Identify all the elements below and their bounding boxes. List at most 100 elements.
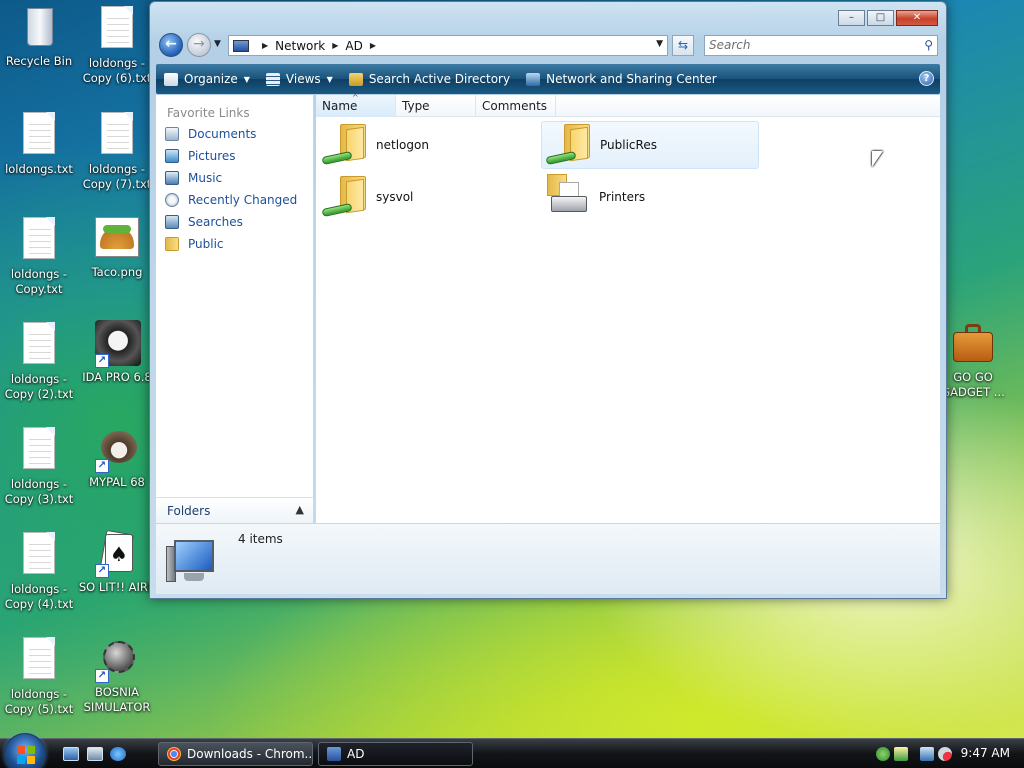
views-label: Views — [285, 72, 321, 86]
breadcrumb-arrow-icon[interactable]: ▶ — [262, 41, 268, 50]
chevron-down-icon: ▼ — [326, 74, 333, 84]
desktop-icon-file[interactable]: loldongs - Copy (3).txt — [0, 425, 78, 507]
desktop-icon-shortcut[interactable]: ♠ ↗ SO LIT!! AIRE — [78, 529, 156, 595]
tray-network-icon[interactable] — [876, 747, 890, 761]
address-dropdown-icon[interactable]: ▼ — [656, 39, 663, 49]
help-icon[interactable]: ? — [919, 71, 934, 86]
nav-link-recently-changed[interactable]: Recently Changed — [156, 189, 313, 211]
maximize-button[interactable]: □ — [867, 10, 894, 26]
desktop-icon-file[interactable]: loldongs - Copy (5).txt — [0, 635, 78, 717]
desktop-icon-label: Taco.png — [91, 265, 143, 279]
nav-link-public[interactable]: Public — [156, 233, 313, 255]
desktop-icon-file[interactable]: loldongs - Copy (4).txt — [0, 530, 78, 612]
shortcut-arrow-icon: ↗ — [95, 459, 109, 473]
nav-link-documents[interactable]: Documents — [156, 123, 313, 145]
nav-link-music[interactable]: Music — [156, 167, 313, 189]
details-pane: 4 items — [156, 524, 940, 594]
list-item-sysvol[interactable]: sysvol — [318, 173, 536, 221]
desktop-icon-file[interactable]: loldongs - Copy (6).txt — [78, 4, 156, 86]
desktop-icon-image[interactable]: Taco.png — [78, 215, 156, 280]
network-window-icon — [327, 747, 341, 761]
notification-area: 9:47 AM — [868, 739, 1024, 768]
forward-button[interactable]: → — [187, 33, 211, 57]
breadcrumb-arrow-icon[interactable]: ▶ — [332, 41, 338, 50]
text-file-icon — [15, 427, 63, 475]
desktop-icon-file[interactable]: loldongs - Copy (7).txt — [78, 110, 156, 192]
breadcrumb-arrow-icon[interactable]: ▶ — [370, 41, 376, 50]
windows-logo-icon — [17, 746, 35, 764]
column-header-label: Type — [402, 99, 430, 113]
refresh-button[interactable]: ⇆ — [672, 35, 694, 56]
nav-link-label: Pictures — [188, 149, 236, 163]
desktop-icon-label: loldongs - Copy (2).txt — [4, 372, 74, 401]
desktop-icon-file[interactable]: loldongs - Copy.txt — [0, 215, 78, 297]
column-header-comments[interactable]: Comments — [476, 95, 556, 117]
tray-volume-muted-icon[interactable] — [938, 747, 952, 761]
chrome-icon — [167, 747, 181, 761]
list-item-netlogon[interactable]: netlogon — [318, 121, 536, 169]
item-name: Printers — [599, 190, 646, 204]
search-active-directory-button[interactable]: Search Active Directory — [341, 64, 518, 94]
documents-icon — [165, 127, 179, 141]
search-input[interactable]: Search ⚲ — [704, 35, 938, 56]
shortcut-arrow-icon: ↗ — [95, 669, 109, 683]
directory-search-icon — [348, 72, 363, 86]
text-file-icon — [15, 217, 63, 265]
desktop-icon-label: loldongs.txt — [5, 162, 73, 176]
pictures-icon — [165, 149, 179, 163]
desktop-icon-shortcut[interactable]: ↗ MYPAL 68 — [78, 425, 156, 490]
minimize-button[interactable]: – — [838, 10, 865, 26]
recent-pages-dropdown[interactable]: ▼ — [214, 39, 221, 49]
column-header-type[interactable]: Type — [396, 95, 476, 117]
desktop-icon-label: loldongs - Copy (7).txt — [82, 162, 152, 191]
tray-connection-icon[interactable] — [920, 747, 934, 761]
desktop-icon-label: BOSNIA SIMULATOR — [83, 685, 151, 714]
desktop-icon-recycle-bin[interactable]: Recycle Bin — [0, 4, 78, 69]
clock[interactable]: 9:47 AM — [961, 746, 1010, 760]
tray-security-icon[interactable] — [894, 747, 908, 761]
address-bar[interactable]: ▶ Network ▶ AD ▶ ▼ — [228, 35, 668, 56]
nav-link-pictures[interactable]: Pictures — [156, 145, 313, 167]
text-file-icon — [93, 6, 141, 54]
desktop-icon-file[interactable]: loldongs.txt — [0, 110, 78, 177]
back-button[interactable]: ← — [159, 33, 183, 57]
taskbar-button-chrome[interactable]: Downloads - Chrom... — [158, 742, 313, 766]
text-file-icon — [15, 532, 63, 580]
back-arrow-icon: ← — [165, 36, 177, 52]
column-header-name[interactable]: ^ Name — [316, 93, 396, 117]
nav-link-label: Recently Changed — [188, 193, 298, 207]
desktop-icon-shortcut[interactable]: ↗ IDA PRO 6.8 — [78, 320, 156, 385]
refresh-icon: ⇆ — [677, 38, 689, 52]
breadcrumb-ad[interactable]: AD — [345, 39, 362, 53]
shortcut-arrow-icon: ↗ — [95, 564, 109, 578]
close-button[interactable]: ✕ — [896, 10, 938, 26]
item-name: sysvol — [376, 190, 414, 204]
recently-changed-icon — [165, 193, 179, 207]
music-icon — [165, 171, 179, 185]
list-item-printers[interactable]: Printers — [541, 173, 759, 221]
chevron-up-icon: ▲ — [295, 503, 304, 516]
switch-windows-icon[interactable] — [87, 747, 103, 761]
views-button[interactable]: Views ▼ — [258, 64, 341, 94]
taskbar-button-ad[interactable]: AD — [318, 742, 473, 766]
folders-label: Folders — [167, 503, 211, 518]
list-item-publicres[interactable]: PublicRes — [541, 121, 759, 169]
start-button[interactable] — [4, 733, 46, 768]
shared-folder-icon — [321, 122, 370, 168]
recycle-bin-icon — [15, 4, 63, 52]
show-desktop-icon[interactable] — [63, 747, 79, 761]
desktop-icon-file[interactable]: loldongs - Copy (2).txt — [0, 320, 78, 402]
network-sharing-center-button[interactable]: Network and Sharing Center — [518, 64, 725, 94]
file-list: ^ Name Type Comments netlogon PublicRes — [316, 93, 940, 523]
desktop-icon-shortcut[interactable]: ↗ BOSNIA SIMULATOR — [78, 635, 156, 715]
folders-toggle[interactable]: Folders ▲ — [156, 497, 313, 523]
nav-link-searches[interactable]: Searches — [156, 211, 313, 233]
organize-button[interactable]: Organize ▼ — [156, 64, 258, 94]
breadcrumb-network[interactable]: Network — [275, 39, 325, 53]
column-header-label: Comments — [482, 99, 548, 113]
network-icon — [233, 39, 249, 52]
chevron-down-icon: ▼ — [214, 39, 221, 49]
search-icon[interactable]: ⚲ — [924, 36, 933, 55]
explorer-window: – □ ✕ ← → ▼ ▶ Network ▶ AD ▶ ▼ ⇆ Search … — [149, 1, 947, 599]
internet-explorer-icon[interactable] — [110, 747, 126, 761]
